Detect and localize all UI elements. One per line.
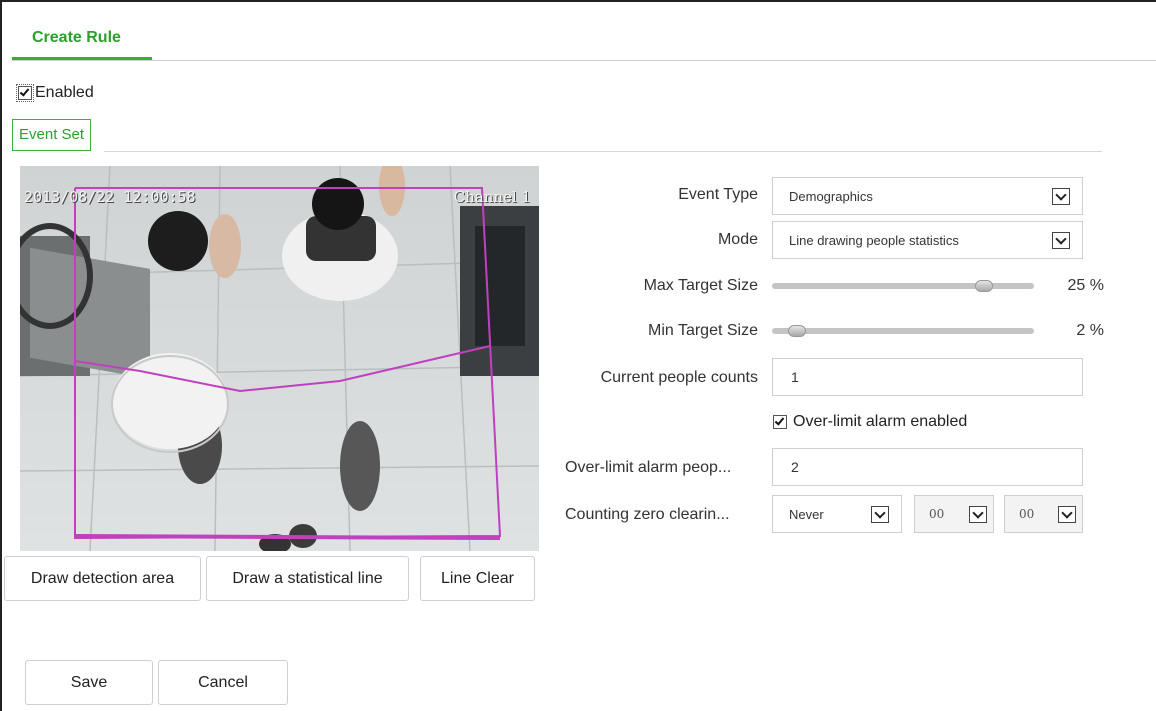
over-limit-alarm-people-label: Over-limit alarm peop... bbox=[565, 459, 732, 476]
zero-clearing-minute-select[interactable]: 00 bbox=[1004, 495, 1083, 533]
video-preview[interactable]: 2013/08/22 12:00:58 Channel 1 bbox=[20, 166, 539, 551]
enabled-row[interactable]: Enabled bbox=[16, 82, 94, 104]
current-people-counts-label: Current people counts bbox=[600, 369, 758, 386]
event-type-label: Event Type bbox=[678, 186, 758, 203]
max-target-size-slider[interactable] bbox=[772, 283, 1034, 289]
tab-divider bbox=[12, 60, 1156, 61]
video-timestamp: 2013/08/22 12:00:58 bbox=[24, 188, 196, 206]
min-target-size-handle[interactable] bbox=[788, 325, 807, 337]
chevron-down-icon[interactable] bbox=[1052, 232, 1070, 249]
event-type-select[interactable]: Demographics bbox=[772, 177, 1083, 215]
chevron-down-icon[interactable] bbox=[969, 506, 987, 523]
camera-frame-image bbox=[20, 166, 539, 551]
line-clear-button[interactable]: Line Clear bbox=[420, 556, 535, 601]
cancel-button[interactable]: Cancel bbox=[158, 660, 288, 705]
zero-clearing-select[interactable]: Never bbox=[772, 495, 902, 533]
over-limit-alarm-row[interactable]: Over-limit alarm enabled bbox=[773, 413, 967, 431]
draw-statistical-line-button[interactable]: Draw a statistical line bbox=[206, 556, 409, 601]
max-target-size-value: 25 % bbox=[1067, 277, 1104, 294]
draw-detection-area-button[interactable]: Draw detection area bbox=[4, 556, 201, 601]
event-type-value: Demographics bbox=[789, 188, 873, 204]
checkmark-icon bbox=[774, 415, 785, 426]
video-channel-label: Channel 1 bbox=[453, 188, 531, 206]
tab-event-set[interactable]: Event Set bbox=[12, 119, 92, 151]
min-target-size-label: Min Target Size bbox=[648, 322, 758, 339]
over-limit-alarm-label: Over-limit alarm enabled bbox=[793, 413, 968, 430]
min-target-size-slider[interactable] bbox=[772, 328, 1034, 334]
zero-clearing-value: Never bbox=[789, 506, 824, 522]
max-target-size-label: Max Target Size bbox=[643, 277, 758, 294]
event-set-divider bbox=[104, 151, 1102, 152]
over-limit-alarm-people-field[interactable]: 2 bbox=[772, 448, 1083, 486]
checkmark-icon bbox=[19, 86, 30, 97]
save-button[interactable]: Save bbox=[25, 660, 153, 705]
over-limit-alarm-checkbox[interactable] bbox=[773, 415, 787, 429]
counting-zero-clearing-label: Counting zero clearin... bbox=[565, 506, 730, 523]
max-target-size-handle[interactable] bbox=[975, 280, 994, 292]
mode-label: Mode bbox=[717, 231, 758, 248]
mode-value: Line drawing people statistics bbox=[789, 232, 959, 248]
chevron-down-icon[interactable] bbox=[1052, 188, 1070, 205]
chevron-down-icon[interactable] bbox=[1058, 506, 1076, 523]
zero-clearing-hour-value: 00 bbox=[929, 507, 945, 521]
enabled-label: Enabled bbox=[35, 84, 94, 101]
chevron-down-icon[interactable] bbox=[871, 506, 889, 523]
zero-clearing-hour-select[interactable]: 00 bbox=[914, 495, 994, 533]
current-people-counts-field[interactable]: 1 bbox=[772, 358, 1083, 396]
min-target-size-value: 2 % bbox=[1076, 322, 1104, 339]
tab-create-rule[interactable]: Create Rule bbox=[12, 18, 152, 60]
mode-select[interactable]: Line drawing people statistics bbox=[772, 221, 1083, 259]
enabled-checkbox[interactable] bbox=[16, 84, 34, 102]
zero-clearing-minute-value: 00 bbox=[1019, 507, 1035, 521]
